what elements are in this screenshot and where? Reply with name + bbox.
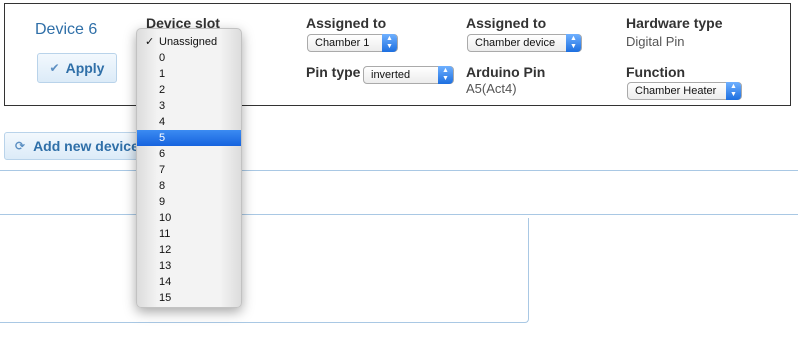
updown-arrows-icon: ▲ ▼ (438, 66, 453, 84)
pin-type-select[interactable]: inverted ▲ ▼ (363, 66, 454, 84)
apply-button[interactable]: ✔ Apply (37, 53, 117, 83)
slot-option-label: 15 (159, 292, 172, 304)
slot-option-label: 9 (159, 196, 166, 208)
page: Device 6 ✔ Apply Device slot Assigned to… (0, 0, 798, 344)
slot-option[interactable]: 11 (137, 226, 241, 242)
slot-option-label: 12 (159, 244, 172, 256)
slot-option[interactable]: 3 (137, 98, 241, 114)
slot-option[interactable]: 14 (137, 274, 241, 290)
content-panel (0, 218, 529, 323)
assigned-to-label: Assigned to (306, 15, 387, 31)
slot-option[interactable]: 6 (137, 146, 241, 162)
slot-option-label: 4 (159, 116, 166, 128)
slot-option[interactable]: 1 (137, 66, 241, 82)
slot-option-label: 10 (159, 212, 172, 224)
slot-option-label: 13 (159, 260, 172, 272)
assigned-to-device-label: Assigned to (466, 15, 547, 31)
refresh-icon: ⟳ (15, 139, 26, 153)
divider (0, 170, 798, 171)
slot-option-label: 6 (159, 148, 166, 160)
arduino-pin-value: A5(Act4) (466, 81, 517, 96)
updown-arrows-icon: ▲ ▼ (726, 82, 741, 100)
slot-option[interactable]: 2 (137, 82, 241, 98)
function-select[interactable]: Chamber Heater ▲ ▼ (627, 82, 742, 100)
device-name: Device 6 (35, 21, 98, 38)
slot-option-label: Unassigned (159, 36, 218, 48)
device-slot-menu[interactable]: ✓ Unassigned 0 1 2 3 4 5 6 7 8 9 10 11 12 13 14 15 (136, 28, 242, 308)
slot-option-label: 11 (159, 228, 171, 240)
hardware-type-label: Hardware type (626, 15, 723, 31)
slot-option[interactable]: 12 (137, 242, 241, 258)
slot-option[interactable]: 7 (137, 162, 241, 178)
slot-option-label: 2 (159, 84, 166, 96)
assigned-to-select[interactable]: Chamber 1 ▲ ▼ (307, 34, 398, 52)
slot-option[interactable]: 15 (137, 290, 241, 306)
slot-option-label: 8 (159, 180, 166, 192)
slot-option-label: 14 (159, 276, 172, 288)
function-label: Function (626, 64, 686, 80)
divider (0, 214, 798, 215)
slot-option[interactable]: 13 (137, 258, 241, 274)
slot-option[interactable]: 4 (137, 114, 241, 130)
hardware-type-value: Digital Pin (626, 34, 685, 49)
assigned-to-select-value: Chamber 1 (315, 37, 370, 49)
updown-arrows-icon: ▲ ▼ (566, 34, 581, 52)
apply-button-label: Apply (65, 60, 105, 76)
updown-arrows-icon: ▲ ▼ (382, 34, 397, 52)
assigned-to-device-select[interactable]: Chamber device ▲ ▼ (467, 34, 582, 52)
slot-option[interactable]: ✓ Unassigned (137, 34, 241, 50)
slot-option[interactable]: 0 (137, 50, 241, 66)
slot-option[interactable]: 5 (137, 130, 241, 146)
slot-option[interactable]: 10 (137, 210, 241, 226)
pin-type-label: Pin type (306, 64, 361, 80)
device-card: Device 6 ✔ Apply Device slot Assigned to… (4, 3, 791, 106)
check-icon: ✔ (49, 61, 60, 75)
pin-type-select-value: inverted (371, 69, 411, 81)
slot-option-label: 1 (159, 68, 166, 80)
slot-option-label: 3 (159, 100, 166, 112)
assigned-to-device-select-value: Chamber device (475, 37, 556, 49)
slot-option[interactable]: 9 (137, 194, 241, 210)
add-device-button[interactable]: ⟳ Add new device (4, 132, 144, 160)
slot-option-label: 7 (159, 164, 166, 176)
slot-option[interactable]: 8 (137, 178, 241, 194)
arduino-pin-label: Arduino Pin (466, 64, 546, 80)
slot-option-label: 5 (159, 132, 166, 144)
function-select-value: Chamber Heater (635, 85, 717, 97)
checkmark-icon: ✓ (145, 36, 155, 48)
slot-option-label: 0 (159, 52, 166, 64)
add-device-button-label: Add new device (33, 138, 139, 154)
